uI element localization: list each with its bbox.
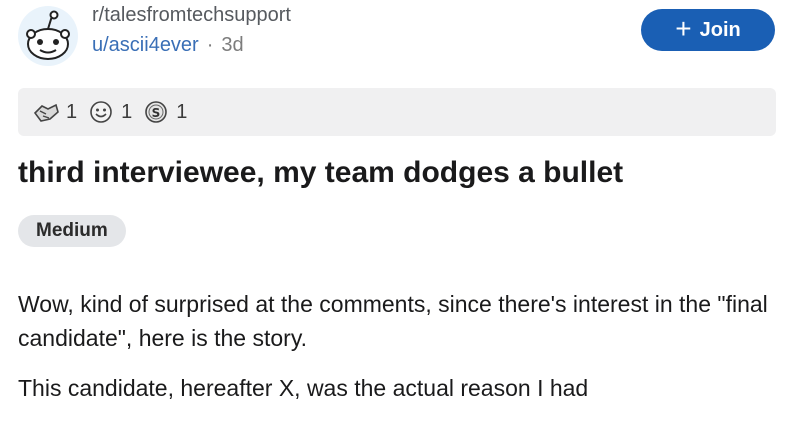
join-label: Join (699, 18, 741, 41)
award-item[interactable]: S 1 (142, 99, 187, 125)
post-paragraph: This candidate, hereafter X, was the act… (18, 375, 589, 401)
post-meta: u/ascii4ever · 3d (92, 34, 244, 57)
awards-bar[interactable]: 1 1 S 1 (18, 88, 776, 136)
join-button[interactable]: + Join (641, 9, 775, 51)
award-count: 1 (121, 100, 133, 123)
subreddit-avatar[interactable] (18, 6, 78, 66)
post-title[interactable]: third interviewee, my team dodges a bull… (18, 156, 623, 190)
author-link[interactable]: u/ascii4ever (92, 34, 199, 57)
helpful-award-icon (33, 103, 59, 122)
post-paragraph: Wow, kind of surprised at the comments, … (18, 291, 768, 351)
wholesome-award-icon (90, 101, 112, 123)
silver-award-icon: S (145, 101, 168, 123)
post-flair[interactable]: Medium (18, 215, 126, 247)
meta-separator: · (206, 34, 214, 56)
post-age: 3d (221, 34, 244, 56)
award-count: 1 (176, 100, 188, 123)
plus-icon: + (675, 12, 692, 44)
subreddit-name[interactable]: r/talesfromtechsupport (92, 4, 291, 27)
snoo-icon (26, 10, 70, 60)
post-body: Wow, kind of surprised at the comments, … (18, 287, 788, 421)
award-item[interactable]: 1 (32, 99, 77, 125)
award-count: 1 (66, 100, 78, 123)
svg-text:S: S (152, 106, 161, 120)
award-item[interactable]: 1 (87, 99, 132, 125)
